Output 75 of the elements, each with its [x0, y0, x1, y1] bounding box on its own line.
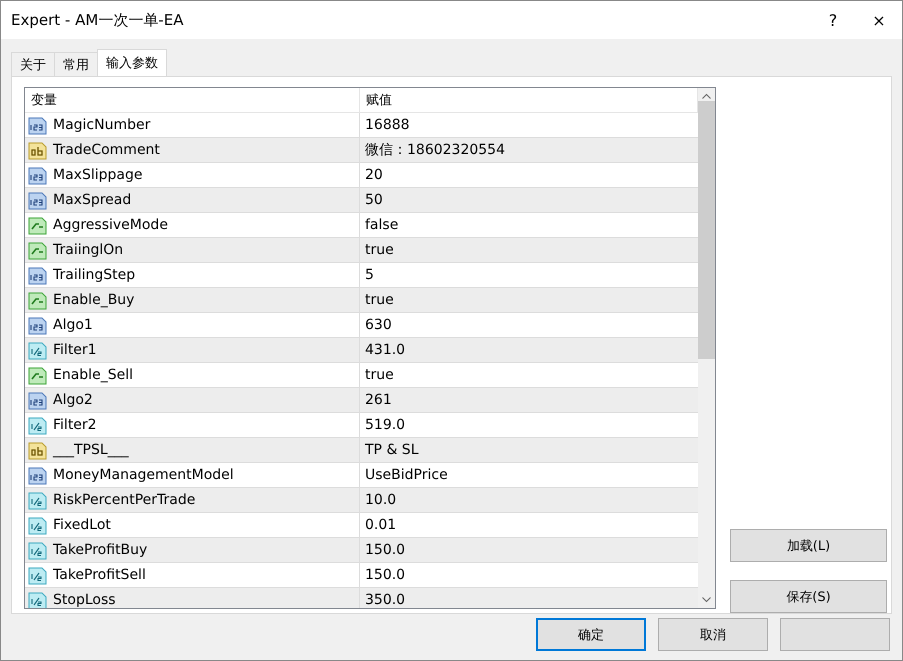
- variable-name: Algo1: [53, 317, 93, 333]
- value-cell: true: [365, 367, 394, 383]
- number-icon: [28, 466, 47, 484]
- value-cell: true: [365, 292, 394, 308]
- scroll-up-icon[interactable]: [702, 93, 711, 99]
- number-icon: [28, 566, 47, 584]
- number-icon: [28, 416, 47, 434]
- number-icon: [28, 340, 47, 360]
- variable-name: Filter1: [53, 342, 97, 358]
- variable-name: Algo2: [53, 392, 93, 408]
- number-icon: [28, 316, 47, 334]
- number-icon: [28, 190, 47, 210]
- variable-name: TraiinglOn: [53, 242, 124, 258]
- close-button[interactable]: ×: [856, 1, 902, 39]
- value-cell: 431.0: [365, 342, 406, 358]
- tab[interactable]: 关于: [11, 52, 55, 76]
- text-type-icon: [28, 440, 47, 460]
- scroll-down-icon[interactable]: [702, 597, 711, 603]
- value-cell: 630: [365, 317, 392, 333]
- column-header: 变量: [25, 88, 360, 112]
- value-cell: 519.0: [365, 417, 406, 433]
- variable-name: TradeComment: [53, 142, 160, 158]
- value-cell: UseBidPrice: [365, 467, 448, 483]
- number-icon: [28, 540, 47, 560]
- value-cell: false: [365, 217, 398, 233]
- variable-name: MaxSpread: [53, 192, 132, 208]
- help-button[interactable]: ?: [810, 1, 856, 39]
- number-icon: [28, 266, 47, 284]
- switch-icon: [28, 290, 47, 310]
- switch-icon: [28, 216, 47, 234]
- value-cell: 50: [365, 192, 383, 208]
- variable-name: FixedLot: [53, 517, 111, 533]
- variable-name: MagicNumber: [53, 117, 150, 133]
- variable-name: TrailingStep: [53, 267, 136, 283]
- value-cell: 350.0: [365, 592, 406, 608]
- variable-name: RiskPercentPerTrade: [53, 492, 196, 508]
- dialog-button[interactable]: 确定: [536, 618, 646, 651]
- variable-name: AggressiveMode: [53, 217, 168, 233]
- value-cell: TP & SL: [365, 442, 418, 458]
- load-button[interactable]: 加载(L): [730, 529, 887, 562]
- save-button[interactable]: 保存(S): [730, 580, 887, 613]
- variable-name: Enable_Sell: [53, 367, 133, 383]
- value-cell: 16888: [365, 117, 410, 133]
- number-icon: [28, 390, 47, 410]
- number-icon: [28, 490, 47, 510]
- value-cell: true: [365, 242, 394, 258]
- variable-name: TakeProfitBuy: [53, 542, 148, 558]
- variable-name: ___TPSL___: [53, 442, 129, 458]
- value-cell: 150.0: [365, 542, 406, 558]
- value-cell: 微信：18602320554: [365, 141, 505, 159]
- switch-icon: [28, 240, 47, 260]
- value-cell: 0.01: [365, 517, 396, 533]
- value-cell: 150.0: [365, 567, 406, 583]
- variable-name: MaxSlippage: [53, 167, 142, 183]
- number-icon: [28, 590, 47, 608]
- dialog-button[interactable]: 取消: [658, 618, 768, 651]
- tab[interactable]: 输入参数: [97, 49, 167, 76]
- text-type-icon: [28, 140, 47, 160]
- dialog-button[interactable]: [780, 618, 890, 651]
- value-cell: 20: [365, 167, 383, 183]
- value-cell: 261: [365, 392, 392, 408]
- number-icon: [28, 166, 47, 184]
- variable-name: StopLoss: [53, 592, 116, 608]
- window-title: Expert - AM一次一单-EA: [11, 10, 184, 30]
- variable-name: Filter2: [53, 417, 97, 433]
- number-icon: [28, 116, 47, 134]
- variable-name: Enable_Buy: [53, 292, 134, 308]
- scroll-thumb[interactable]: [698, 101, 715, 359]
- scrollbar[interactable]: [698, 88, 715, 608]
- switch-icon: [28, 366, 47, 384]
- variable-name: MoneyManagementModel: [53, 467, 234, 483]
- variable-name: TakeProfitSell: [53, 567, 146, 583]
- number-icon: [28, 516, 47, 534]
- value-cell: 5: [365, 267, 374, 283]
- value-cell: 10.0: [365, 492, 396, 508]
